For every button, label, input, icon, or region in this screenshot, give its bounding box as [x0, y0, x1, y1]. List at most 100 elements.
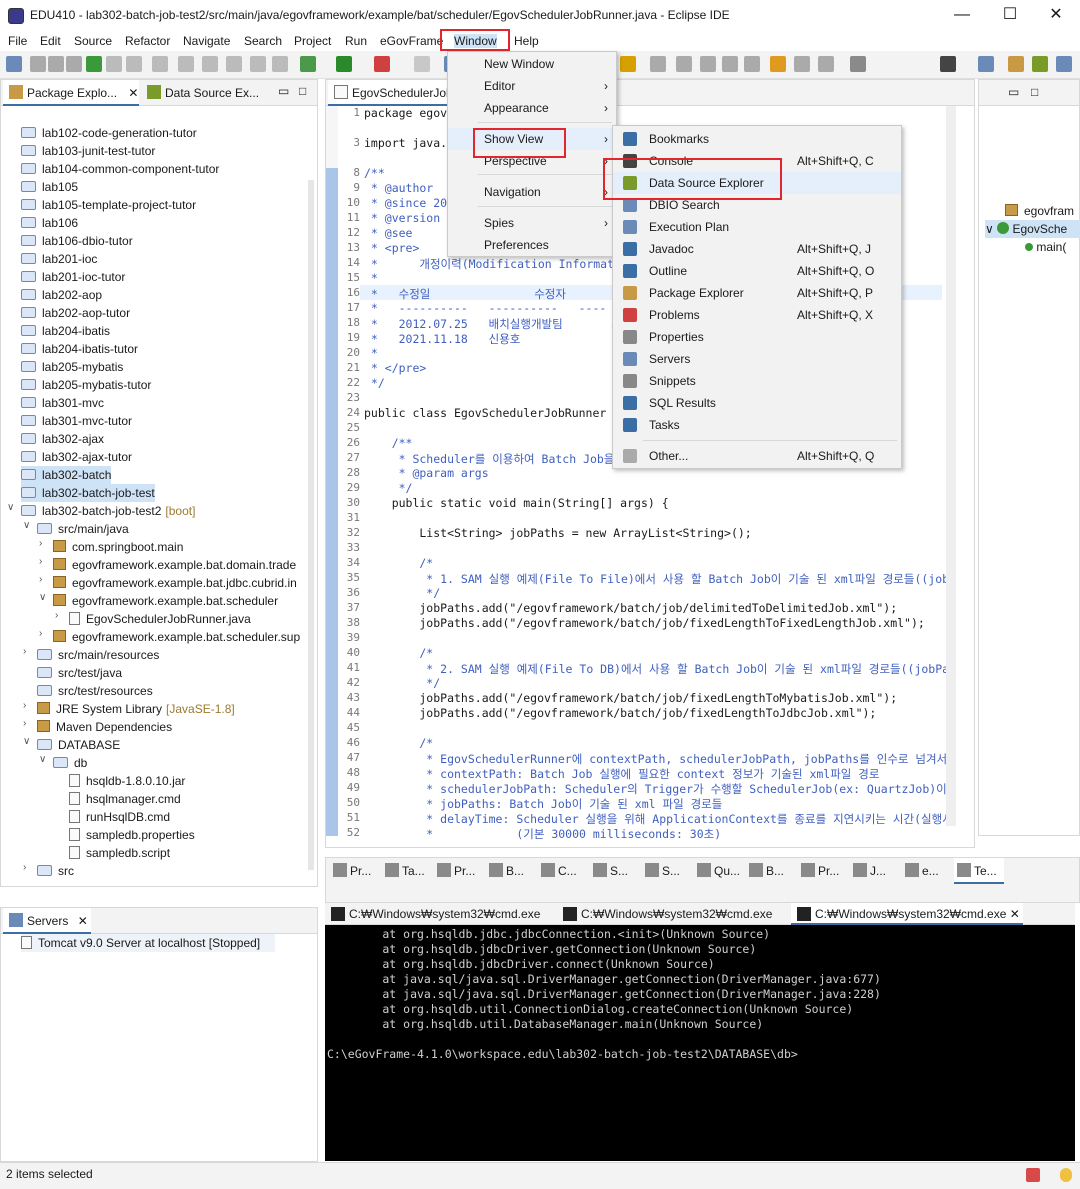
- bottom-tab[interactable]: Te...: [954, 858, 1004, 884]
- chevron-down-icon[interactable]: ∨: [39, 754, 49, 765]
- tree-item[interactable]: com.springboot.main: [53, 538, 183, 556]
- code-line[interactable]: * @see: [364, 226, 413, 240]
- code-line[interactable]: * <pre>: [364, 241, 419, 255]
- maximize-button[interactable]: ☐: [987, 4, 1033, 28]
- minimize-button[interactable]: —: [939, 4, 985, 28]
- window-menu-item[interactable]: New Window: [448, 53, 616, 75]
- code-line[interactable]: * @param args: [364, 466, 489, 480]
- code-line[interactable]: * @since 20: [364, 196, 447, 210]
- toolbar-button-icon[interactable]: [722, 56, 738, 72]
- toolbar-button-icon[interactable]: [414, 56, 430, 72]
- toolbar-button-icon[interactable]: [850, 56, 866, 72]
- toolbar-button-icon[interactable]: [30, 56, 46, 72]
- tree-item[interactable]: lab201-ioc: [21, 250, 97, 268]
- menu-refactor[interactable]: Refactor: [125, 34, 170, 48]
- code-line[interactable]: */: [364, 376, 385, 390]
- tree-item[interactable]: JRE System Library [JavaSE-1.8]: [37, 700, 235, 718]
- code-line[interactable]: public class EgovSchedulerJobRunner: [364, 406, 606, 420]
- code-line[interactable]: */: [364, 586, 440, 600]
- chevron-down-icon[interactable]: ∨: [23, 520, 33, 531]
- bottom-tab[interactable]: B...: [486, 858, 536, 884]
- chevron-right-icon[interactable]: ›: [39, 628, 49, 639]
- toolbar-button-icon[interactable]: [152, 56, 168, 72]
- show-view-item[interactable]: Snippets: [613, 370, 901, 392]
- code-line[interactable]: /**: [364, 166, 385, 180]
- tree-item[interactable]: src/main/java: [37, 520, 129, 538]
- code-line[interactable]: * EgovSchedulerRunner에 contextPath, sche…: [364, 751, 947, 767]
- code-line[interactable]: /**: [364, 436, 413, 450]
- tree-item[interactable]: src/test/java: [37, 664, 122, 682]
- bottom-tab[interactable]: e...: [902, 858, 952, 884]
- tree-item[interactable]: lab103-junit-test-tutor: [21, 142, 155, 160]
- code-line[interactable]: */: [364, 676, 440, 690]
- bottom-tab[interactable]: Pr...: [434, 858, 484, 884]
- chevron-right-icon[interactable]: ›: [23, 646, 33, 657]
- tree-item[interactable]: sampledb.script: [69, 844, 170, 862]
- window-menu-item[interactable]: Perspective ›: [448, 150, 616, 172]
- chevron-right-icon[interactable]: ›: [23, 862, 33, 873]
- code-line[interactable]: * (기본 30000 milliseconds: 30초): [364, 826, 721, 842]
- minimize-view-icon[interactable]: ▭: [278, 84, 289, 98]
- minimize-view-icon[interactable]: ▭: [1008, 85, 1019, 99]
- tree-item[interactable]: lab205-mybatis: [21, 358, 123, 376]
- tree-item[interactable]: hsqlmanager.cmd: [69, 790, 181, 808]
- tree-item[interactable]: EgovSchedulerJobRunner.java: [69, 610, 251, 628]
- maximize-view-icon[interactable]: □: [299, 84, 306, 98]
- tree-item[interactable]: lab201-ioc-tutor: [21, 268, 125, 286]
- code-line[interactable]: List<String> jobPaths = new ArrayList<St…: [364, 526, 751, 540]
- tree-item[interactable]: lab302-batch: [21, 466, 112, 484]
- menu-source[interactable]: Source: [74, 34, 112, 48]
- window-menu-item[interactable]: Editor ›: [448, 75, 616, 97]
- tab-package-explorer[interactable]: Package Explo... ✕: [3, 80, 139, 106]
- bottom-tab[interactable]: B...: [746, 858, 796, 884]
- bottom-tab[interactable]: S...: [642, 858, 692, 884]
- error-log-icon[interactable]: [1026, 1168, 1040, 1182]
- tab-servers[interactable]: Servers ✕: [3, 908, 91, 934]
- show-view-item[interactable]: Console Alt+Shift+Q, C: [613, 150, 901, 172]
- tree-item[interactable]: lab205-mybatis-tutor: [21, 376, 151, 394]
- tree-item[interactable]: egovframework.example.bat.scheduler.sup: [53, 628, 300, 646]
- code-line[interactable]: * @version: [364, 211, 440, 225]
- show-view-item[interactable]: Tasks: [613, 414, 901, 436]
- tree-item[interactable]: src/test/resources: [37, 682, 153, 700]
- toolbar-button-icon[interactable]: [940, 56, 956, 72]
- code-line[interactable]: * 1. SAM 실행 예제(File To File)에서 사용 할 Batc…: [364, 571, 949, 587]
- toolbar-button-icon[interactable]: [6, 56, 22, 72]
- tree-item[interactable]: lab105-template-project-tutor: [21, 196, 196, 214]
- code-line[interactable]: * ---------- ---------- ----: [364, 301, 606, 315]
- chevron-right-icon[interactable]: ›: [39, 556, 49, 567]
- bottom-tab[interactable]: J...: [850, 858, 900, 884]
- window-menu-item[interactable]: Preferences: [448, 234, 616, 256]
- bottom-tab[interactable]: Ta...: [382, 858, 432, 884]
- bottom-tab[interactable]: Qu...: [694, 858, 744, 884]
- tree-item[interactable]: lab202-aop: [21, 286, 102, 304]
- tree-item[interactable]: egovframework.example.bat.domain.trade: [53, 556, 296, 574]
- toolbar-button-icon[interactable]: [1032, 56, 1048, 72]
- close-icon[interactable]: ✕: [128, 86, 138, 100]
- menu-navigate[interactable]: Navigate: [183, 34, 230, 48]
- chevron-right-icon[interactable]: ›: [39, 574, 49, 585]
- show-view-item[interactable]: SQL Results: [613, 392, 901, 414]
- toolbar-button-icon[interactable]: [48, 56, 64, 72]
- window-menu-item[interactable]: Appearance ›: [448, 97, 616, 119]
- chevron-down-icon[interactable]: ∨: [23, 736, 33, 747]
- toolbar-button-icon[interactable]: [66, 56, 82, 72]
- tree-item[interactable]: sampledb.properties: [69, 826, 195, 844]
- menu-window[interactable]: Window: [454, 34, 497, 48]
- bottom-tab[interactable]: Pr...: [330, 858, 380, 884]
- editor-scrollbar[interactable]: [946, 106, 956, 826]
- outline-package[interactable]: egovfram: [1005, 202, 1074, 220]
- toolbar-button-icon[interactable]: [770, 56, 786, 72]
- chevron-right-icon[interactable]: ›: [55, 610, 65, 621]
- code-line[interactable]: jobPaths.add("/egovframework/batch/job/f…: [364, 691, 897, 705]
- tree-item[interactable]: Maven Dependencies: [37, 718, 172, 736]
- menu-egovframe[interactable]: eGovFrame: [380, 34, 443, 48]
- bottom-tab[interactable]: C...: [538, 858, 588, 884]
- show-view-item[interactable]: Bookmarks: [613, 128, 901, 150]
- toolbar-button-icon[interactable]: [818, 56, 834, 72]
- show-view-item[interactable]: Data Source Explorer: [613, 172, 901, 194]
- toolbar-button-icon[interactable]: [676, 56, 692, 72]
- tree-item[interactable]: lab302-batch-job-test: [21, 484, 155, 502]
- toolbar-button-icon[interactable]: [374, 56, 390, 72]
- bottom-tab[interactable]: Pr...: [798, 858, 848, 884]
